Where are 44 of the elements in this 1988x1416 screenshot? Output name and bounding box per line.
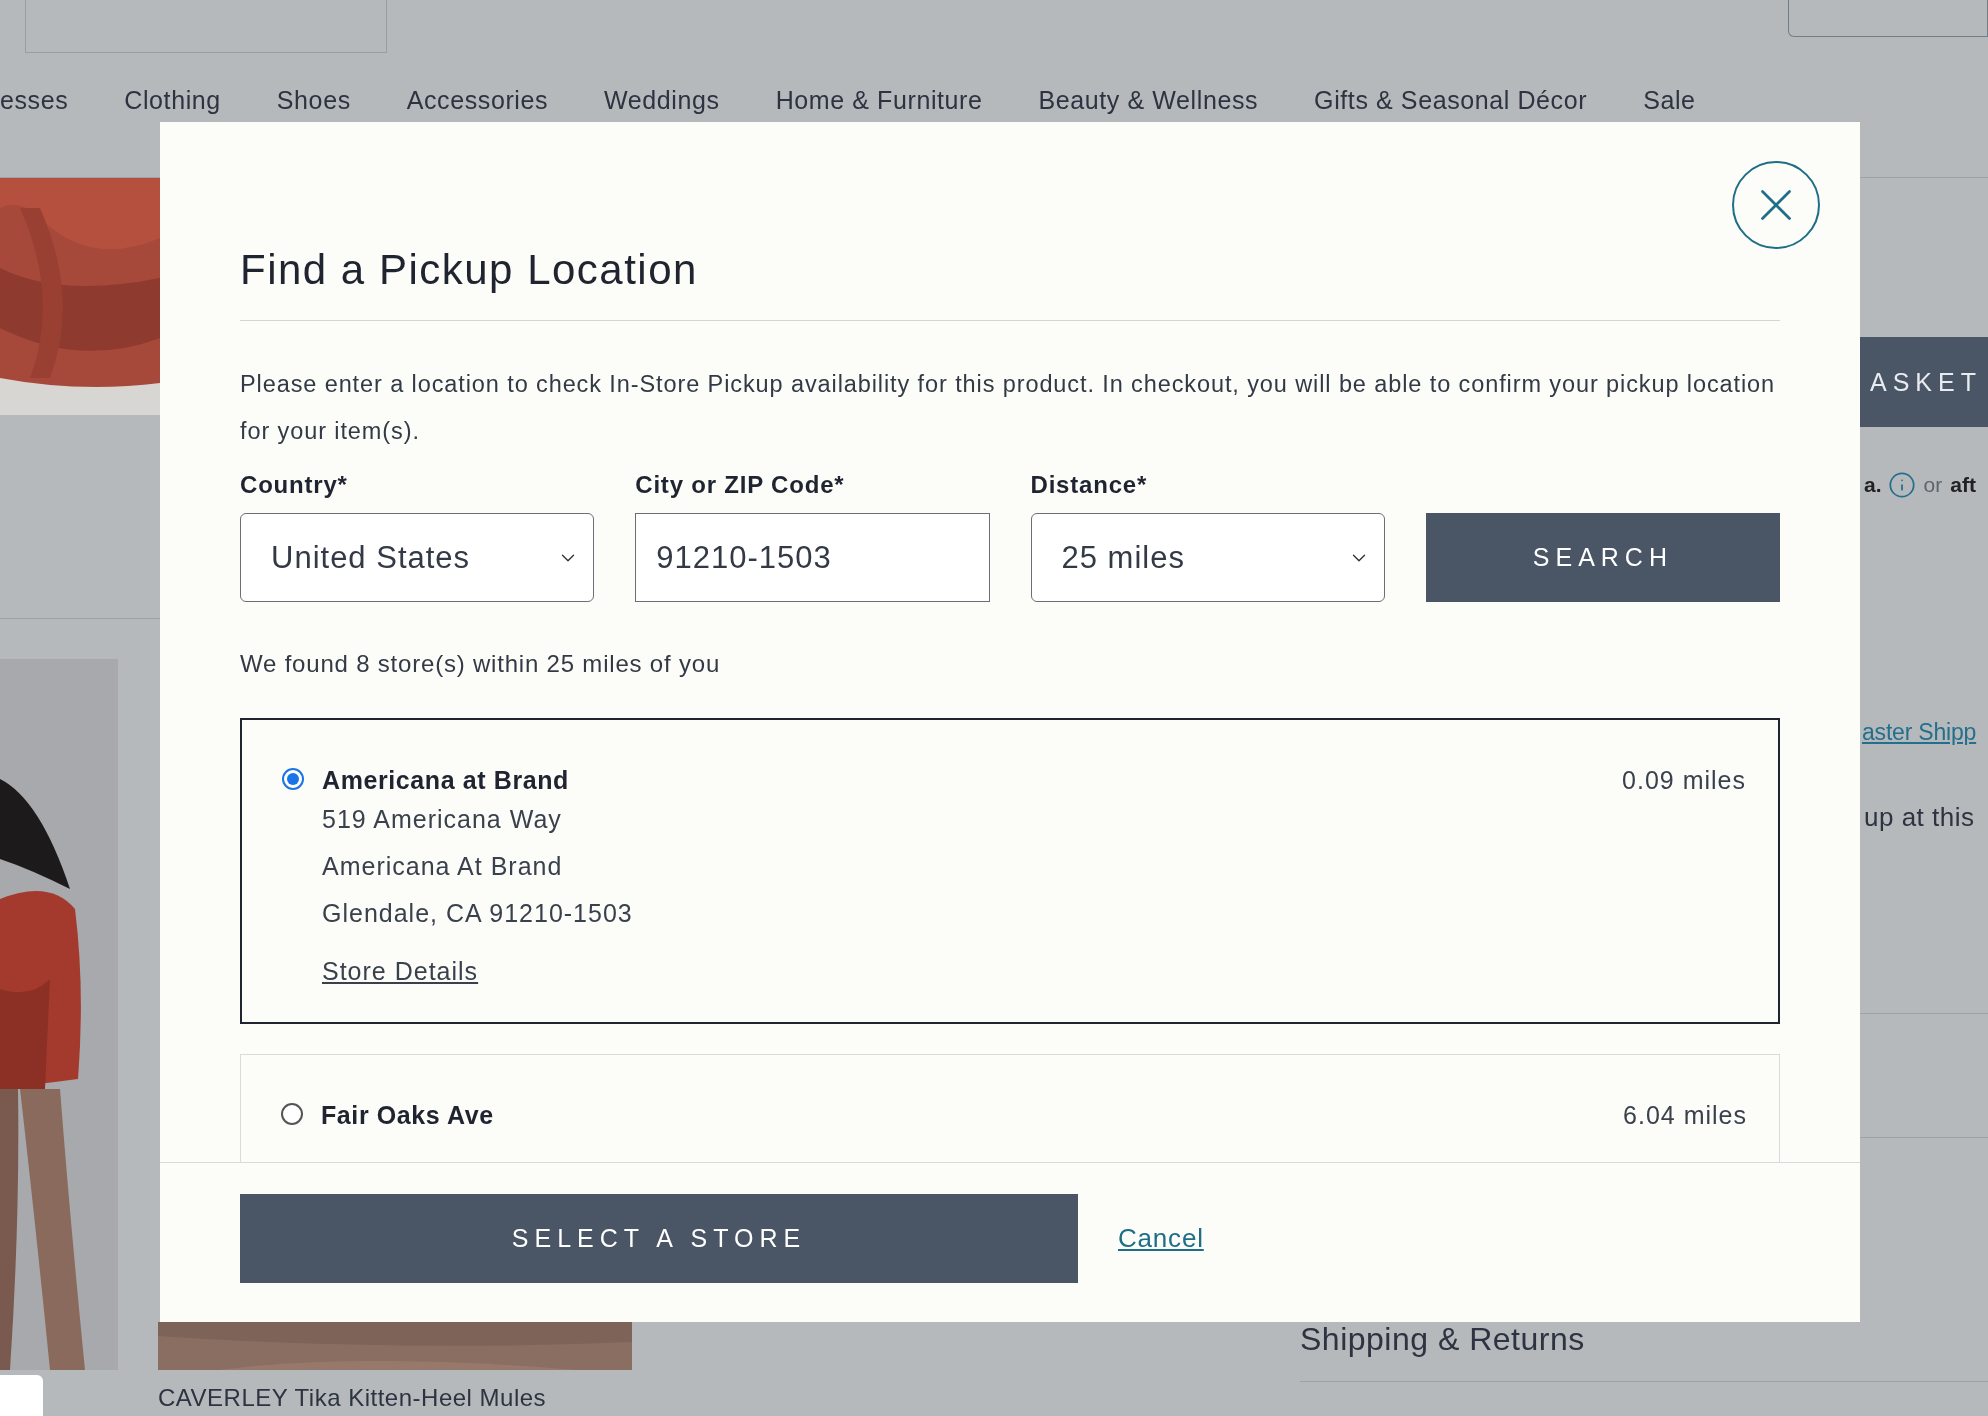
nav-link[interactable]: Accessories bbox=[406, 84, 549, 116]
select-field[interactable]: 25 miles bbox=[1030, 513, 1385, 602]
nav-link[interactable]: Weddings bbox=[604, 84, 720, 116]
field-label: Distance* bbox=[1030, 470, 1149, 500]
address-line: 519 Americana Way bbox=[322, 804, 563, 835]
payment-text: a. bbox=[1864, 473, 1882, 497]
field-label: Country* bbox=[240, 470, 349, 500]
basket-button[interactable]: ASKET bbox=[1860, 337, 1988, 427]
pickup-note: up at this bbox=[1864, 802, 1976, 833]
cancel-link[interactable]: Cancel bbox=[1118, 1223, 1204, 1254]
payment-brand: aft bbox=[1950, 473, 1976, 497]
field-label: City or ZIP Code* bbox=[635, 470, 846, 500]
store-distance: 0.09 miles bbox=[1622, 765, 1746, 796]
nav-link[interactable]: esses bbox=[0, 84, 69, 116]
store-name: Fair Oaks Ave bbox=[321, 1100, 495, 1131]
or-text: or bbox=[1922, 473, 1944, 497]
radio-button[interactable] bbox=[281, 1103, 303, 1125]
radio-button[interactable] bbox=[282, 768, 304, 790]
select-value: United States bbox=[271, 539, 471, 576]
nav-link[interactable]: Sale bbox=[1643, 84, 1696, 116]
nav-link[interactable]: Shoes bbox=[276, 84, 351, 116]
select-store-button[interactable]: SELECT A STORE bbox=[240, 1194, 1078, 1283]
dialog-title: Find a Pickup Location bbox=[240, 245, 1780, 321]
intro-text: Please enter a location to check In-Store Pickup availability for this product. In checkout, you will be able to confirm your pickup location for your item(s). bbox=[240, 370, 1777, 446]
store-card[interactable]: Fair Oaks Ave 6.04 miles bbox=[240, 1054, 1780, 1162]
store-distance: 6.04 miles bbox=[1623, 1100, 1747, 1131]
store-name: Americana at Brand bbox=[322, 765, 570, 796]
close-button[interactable] bbox=[1732, 161, 1820, 249]
result-text: We found 8 store(s) within 25 miles of you bbox=[240, 650, 722, 678]
info-icon[interactable] bbox=[1887, 471, 1916, 499]
select-value: 25 miles bbox=[1061, 539, 1185, 576]
store-card[interactable]: Americana at Brand 519 Americana Way Americana At Brand Glendale, CA 91210-1503 Store Details 0.09 miles bbox=[240, 718, 1780, 1024]
section-heading[interactable]: Shipping & Returns bbox=[1300, 1319, 1988, 1359]
nav-link[interactable]: Clothing bbox=[124, 84, 221, 116]
store-details-link[interactable]: Store Details bbox=[322, 957, 479, 986]
nav-link[interactable]: Gifts & Seasonal Décor bbox=[1314, 84, 1588, 116]
nav-link[interactable]: Home & Furniture bbox=[775, 84, 983, 116]
address-line: Americana At Brand bbox=[322, 851, 564, 882]
nav-link[interactable]: Beauty & Wellness bbox=[1038, 84, 1259, 116]
address-line: Glendale, CA 91210-1503 bbox=[322, 898, 634, 929]
search-button[interactable]: SEARCH bbox=[1425, 513, 1780, 602]
product-caption[interactable]: CAVERLEY Tika Kitten-Heel Mules bbox=[158, 1384, 1300, 1412]
select-field[interactable]: United States bbox=[240, 513, 595, 602]
input-field[interactable]: 91210-1503 bbox=[635, 513, 990, 602]
